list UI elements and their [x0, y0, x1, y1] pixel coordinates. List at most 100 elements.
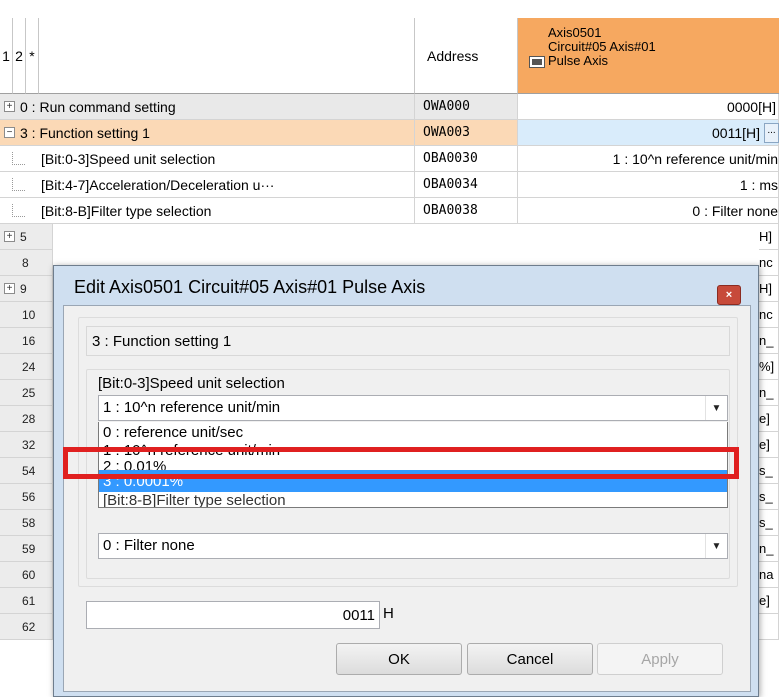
grid-row-partial[interactable]: 16: [0, 328, 53, 354]
grid-row-partial[interactable]: +5: [0, 224, 53, 250]
grid-row-partial[interactable]: 62: [0, 614, 53, 640]
axis-line2: Circuit#05 Axis#01: [548, 39, 656, 54]
row-number: 54: [22, 463, 36, 478]
cancel-button[interactable]: Cancel: [467, 643, 593, 675]
row-number: 59: [22, 541, 36, 556]
row-number: 58: [22, 515, 36, 530]
filter-combo-value: 0 : Filter none: [103, 537, 195, 554]
row-address: OBA0038: [415, 198, 518, 224]
chevron-down-icon[interactable]: ▼: [705, 534, 727, 558]
grid-value-partial[interactable]: e]: [759, 432, 779, 458]
row-address: OWA000: [415, 94, 518, 120]
apply-button[interactable]: Apply: [597, 643, 723, 675]
grid-value-partial[interactable]: s_: [759, 484, 779, 510]
row-speed-unit[interactable]: [Bit:0-3]Speed unit selection: [0, 146, 415, 172]
grid-row-partial[interactable]: 54: [0, 458, 53, 484]
combo-value: 1 : 10^n reference unit/min: [103, 399, 281, 416]
tree-line: [12, 152, 25, 165]
row-run-command[interactable]: + 0 : Run command setting: [0, 94, 415, 120]
grid-row-partial[interactable]: 61: [0, 588, 53, 614]
speed-unit-combo[interactable]: 1 : 10^n reference unit/min ▼: [98, 395, 728, 421]
ok-button[interactable]: OK: [336, 643, 462, 675]
hidden-group-label: [Bit:8-B]Filter type selection: [103, 492, 286, 508]
grid-value-partial[interactable]: n_: [759, 328, 779, 354]
collapse-minus-icon[interactable]: −: [4, 127, 15, 138]
grid-value-partial[interactable]: na: [759, 562, 779, 588]
grid-row-partial[interactable]: 59: [0, 536, 53, 562]
grid-row-partial[interactable]: 58: [0, 510, 53, 536]
grid-value-partial[interactable]: e]: [759, 588, 779, 614]
grid-row-partial[interactable]: +9: [0, 276, 53, 302]
header-address[interactable]: Address: [415, 18, 518, 94]
tree-line: [12, 178, 25, 191]
header-col-star[interactable]: *: [26, 18, 39, 94]
row-number: 16: [22, 333, 36, 348]
row-number: 62: [22, 619, 36, 634]
row-number: 5: [20, 229, 27, 244]
row-value[interactable]: 0011[H]: [518, 120, 779, 146]
row-number: 10: [22, 307, 36, 322]
dropdown-option-0[interactable]: 0 : reference unit/sec: [99, 422, 727, 442]
ellipsis-button[interactable]: ...: [764, 123, 779, 143]
grid-value-partial[interactable]: s_: [759, 510, 779, 536]
grid-value-partial[interactable]: H]: [759, 276, 779, 302]
row-number: 60: [22, 567, 36, 582]
grid-row-partial[interactable]: 24: [0, 354, 53, 380]
row-address: OWA003: [415, 120, 518, 146]
section-label: 3 : Function setting 1: [86, 326, 730, 356]
grid-value-partial[interactable]: e]: [759, 406, 779, 432]
row-accel-decel[interactable]: [Bit:4-7]Acceleration/Deceleration u···: [0, 172, 415, 198]
row-address: OBA0030: [415, 146, 518, 172]
row-number: 28: [22, 411, 36, 426]
row-value[interactable]: 1 : 10^n reference unit/min: [518, 146, 779, 172]
expand-plus-icon[interactable]: +: [4, 231, 15, 242]
chevron-down-icon[interactable]: ▼: [705, 396, 727, 420]
group-label-speed-unit: [Bit:0-3]Speed unit selection: [98, 375, 285, 392]
row-number: 9: [20, 281, 27, 296]
axis-line3: Pulse Axis: [548, 53, 608, 68]
grid-row-partial[interactable]: 32: [0, 432, 53, 458]
grid-value-partial[interactable]: nc: [759, 302, 779, 328]
grid-value-partial[interactable]: H]: [759, 224, 779, 250]
filter-type-combo[interactable]: 0 : Filter none ▼: [98, 533, 728, 559]
axis-header-text: Axis0501 Circuit#05 Axis#01 Pulse Axis: [548, 26, 656, 68]
expand-plus-icon[interactable]: +: [4, 101, 15, 112]
dialog-body: 3 : Function setting 1 [Bit:0-3]Speed un…: [63, 305, 751, 692]
axis-module-icon: [529, 56, 545, 68]
dialog-title: Edit Axis0501 Circuit#05 Axis#01 Pulse A…: [74, 277, 426, 297]
row-filter-type[interactable]: [Bit:8-B]Filter type selection: [0, 198, 415, 224]
grid-row-partial[interactable]: 10: [0, 302, 53, 328]
grid-value-partial[interactable]: [759, 614, 779, 640]
row-number: 32: [22, 437, 36, 452]
row-name: [Bit:4-7]Acceleration/Deceleration u···: [41, 176, 275, 193]
row-number: 25: [22, 385, 36, 400]
row-address: OBA0034: [415, 172, 518, 198]
grid-value-partial[interactable]: n_: [759, 536, 779, 562]
axis-line1: Axis0501: [548, 25, 602, 40]
hex-value-input[interactable]: 0011: [86, 601, 380, 629]
grid-value-partial[interactable]: %]: [759, 354, 779, 380]
dialog-titlebar[interactable]: Edit Axis0501 Circuit#05 Axis#01 Pulse A…: [54, 266, 758, 310]
grid-row-partial[interactable]: 56: [0, 484, 53, 510]
grid-row-partial[interactable]: 8: [0, 250, 53, 276]
close-icon[interactable]: ×: [717, 285, 741, 305]
row-function-setting-1[interactable]: − 3 : Function setting 1: [0, 120, 415, 146]
grid-row-partial[interactable]: 28: [0, 406, 53, 432]
row-name: [Bit:8-B]Filter type selection: [41, 202, 212, 219]
grid-row-partial[interactable]: 60: [0, 562, 53, 588]
hex-suffix: H: [383, 605, 394, 622]
grid-row-partial[interactable]: 25: [0, 380, 53, 406]
row-number: 24: [22, 359, 36, 374]
row-value[interactable]: 0 : Filter none: [518, 198, 779, 224]
grid-value-partial[interactable]: nc: [759, 250, 779, 276]
edit-dialog[interactable]: Edit Axis0501 Circuit#05 Axis#01 Pulse A…: [53, 265, 759, 697]
header-col-2[interactable]: 2: [13, 18, 26, 94]
row-value[interactable]: 1 : ms: [518, 172, 779, 198]
row-name: [Bit:0-3]Speed unit selection: [41, 150, 216, 167]
grid-value-partial[interactable]: s_: [759, 458, 779, 484]
header-axis-column[interactable]: Axis0501 Circuit#05 Axis#01 Pulse Axis: [518, 18, 779, 94]
expand-plus-icon[interactable]: +: [4, 283, 15, 294]
grid-value-partial[interactable]: n_: [759, 380, 779, 406]
row-value[interactable]: 0000[H]: [518, 94, 779, 120]
header-col-1[interactable]: 1: [0, 18, 13, 94]
